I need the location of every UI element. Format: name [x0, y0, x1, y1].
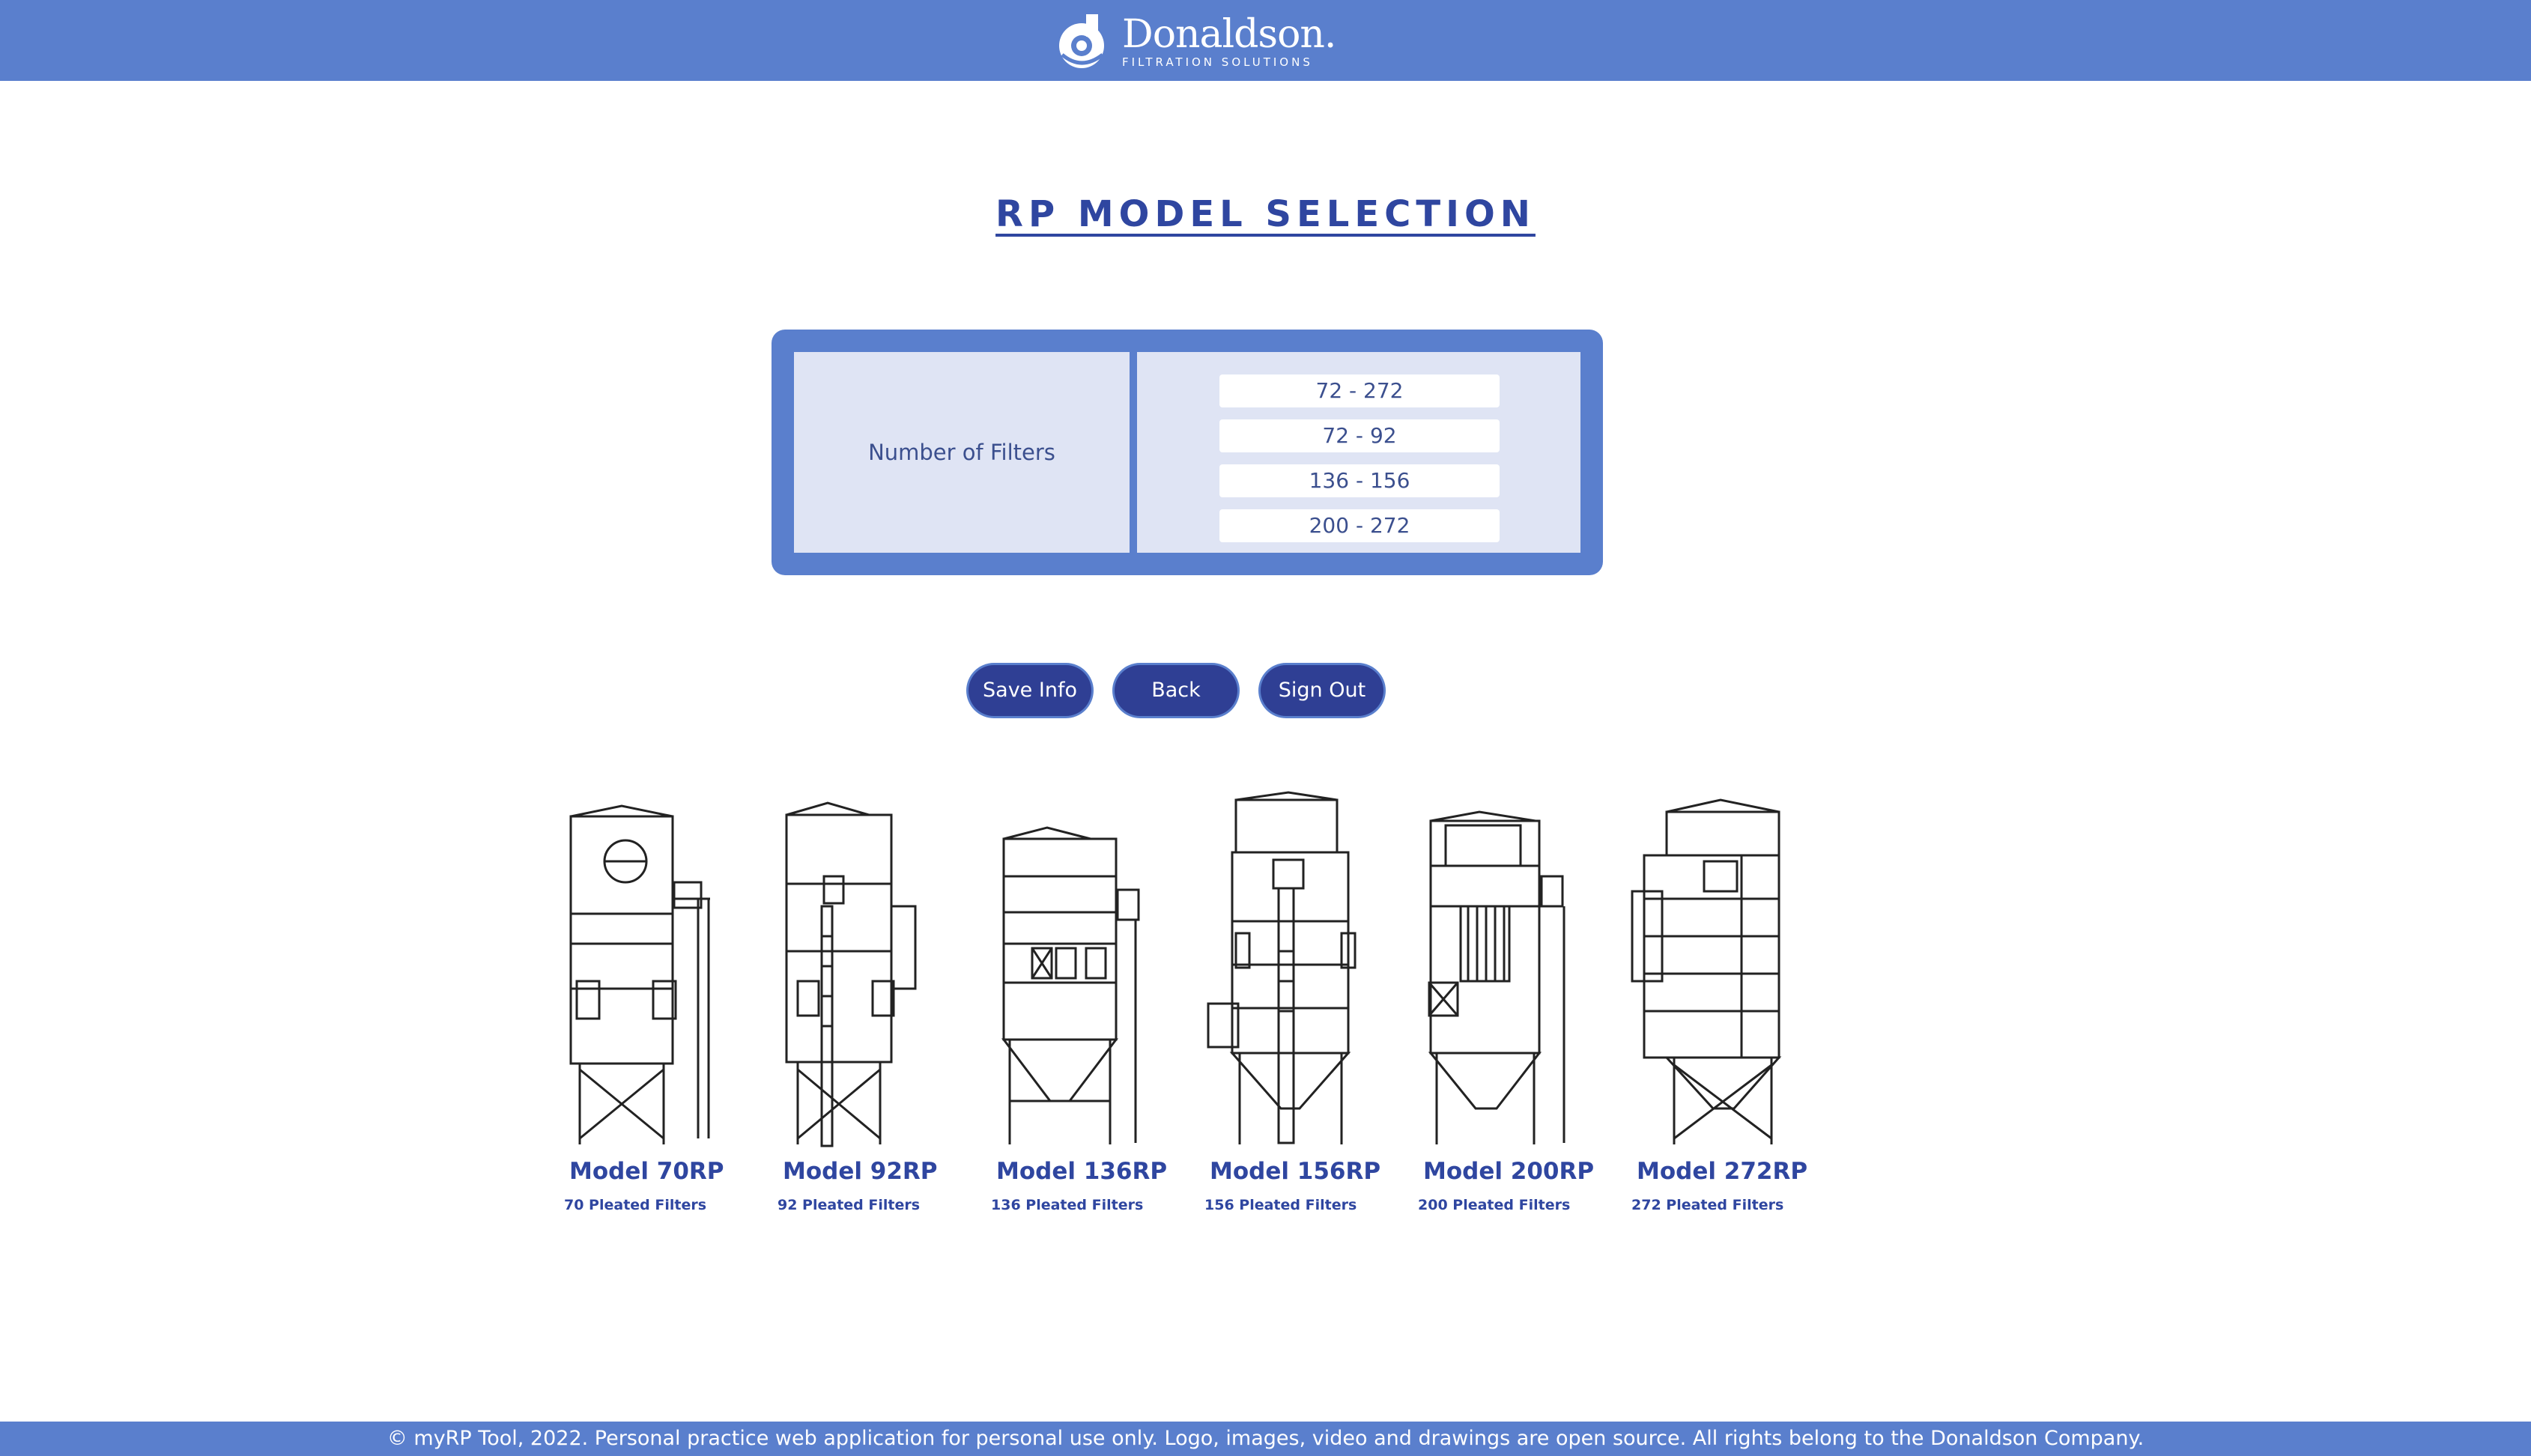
- range-option-136-156[interactable]: 136 - 156: [1219, 464, 1500, 497]
- model-name-272rp[interactable]: Model 272RP: [1637, 1158, 1807, 1185]
- filter-range-list: 72 - 272 72 - 92 136 - 156 200 - 272: [1137, 352, 1580, 553]
- range-option-72-92[interactable]: 72 - 92: [1219, 419, 1500, 452]
- header-bar: Donaldson. FILTRATION SOLUTIONS: [0, 0, 2531, 81]
- page-title: RP MODEL SELECTION: [995, 193, 1536, 235]
- model-card-92rp[interactable]: Model 92RP 92 Pleated Filters: [768, 786, 948, 1213]
- model-name-136rp[interactable]: Model 136RP: [996, 1158, 1167, 1185]
- brand-name: Donaldson.: [1122, 11, 1336, 57]
- model-card-272rp[interactable]: Model 272RP 272 Pleated Filters: [1622, 786, 1807, 1213]
- sign-out-button[interactable]: Sign Out: [1261, 665, 1383, 716]
- model-filters-136rp: 136 Pleated Filters: [991, 1197, 1144, 1213]
- range-option-200-272[interactable]: 200 - 272: [1219, 509, 1500, 542]
- donaldson-logo-icon: [1059, 14, 1104, 68]
- model-92rp-drawing: [785, 801, 917, 1147]
- model-name-156rp[interactable]: Model 156RP: [1210, 1158, 1380, 1185]
- brand-logo[interactable]: Donaldson. FILTRATION SOLUTIONS: [1056, 9, 1336, 73]
- model-filters-92rp: 92 Pleated Filters: [778, 1197, 921, 1213]
- filter-selection-panel: Number of Filters 72 - 272 72 - 92 136 -…: [772, 330, 1603, 575]
- brand-tagline: FILTRATION SOLUTIONS: [1122, 55, 1313, 69]
- footer-copyright: © myRP Tool, 2022. Personal practice web…: [0, 1422, 2531, 1456]
- model-272rp-drawing: [1631, 798, 1782, 1144]
- range-option-all[interactable]: 72 - 272: [1219, 374, 1500, 407]
- model-card-200rp[interactable]: Model 200RP 200 Pleated Filters: [1408, 786, 1594, 1213]
- number-of-filters-label: Number of Filters: [794, 352, 1130, 553]
- model-card-136rp[interactable]: Model 136RP 136 Pleated Filters: [981, 786, 1167, 1213]
- save-info-button[interactable]: Save Info: [969, 665, 1091, 716]
- model-name-70rp[interactable]: Model 70RP: [569, 1158, 724, 1185]
- model-filters-156rp: 156 Pleated Filters: [1204, 1197, 1357, 1213]
- model-filters-70rp: 70 Pleated Filters: [564, 1197, 707, 1213]
- model-200rp-drawing: [1428, 810, 1565, 1144]
- model-70rp-drawing: [569, 804, 710, 1144]
- model-name-200rp[interactable]: Model 200RP: [1423, 1158, 1594, 1185]
- model-card-70rp[interactable]: Model 70RP 70 Pleated Filters: [554, 786, 734, 1213]
- model-156rp-drawing: [1207, 791, 1357, 1144]
- model-filters-272rp: 272 Pleated Filters: [1631, 1197, 1784, 1213]
- model-filters-200rp: 200 Pleated Filters: [1418, 1197, 1571, 1213]
- back-button[interactable]: Back: [1115, 665, 1237, 716]
- model-card-156rp[interactable]: Model 156RP 156 Pleated Filters: [1195, 786, 1380, 1213]
- model-name-92rp[interactable]: Model 92RP: [783, 1158, 938, 1185]
- model-136rp-drawing: [1001, 826, 1140, 1144]
